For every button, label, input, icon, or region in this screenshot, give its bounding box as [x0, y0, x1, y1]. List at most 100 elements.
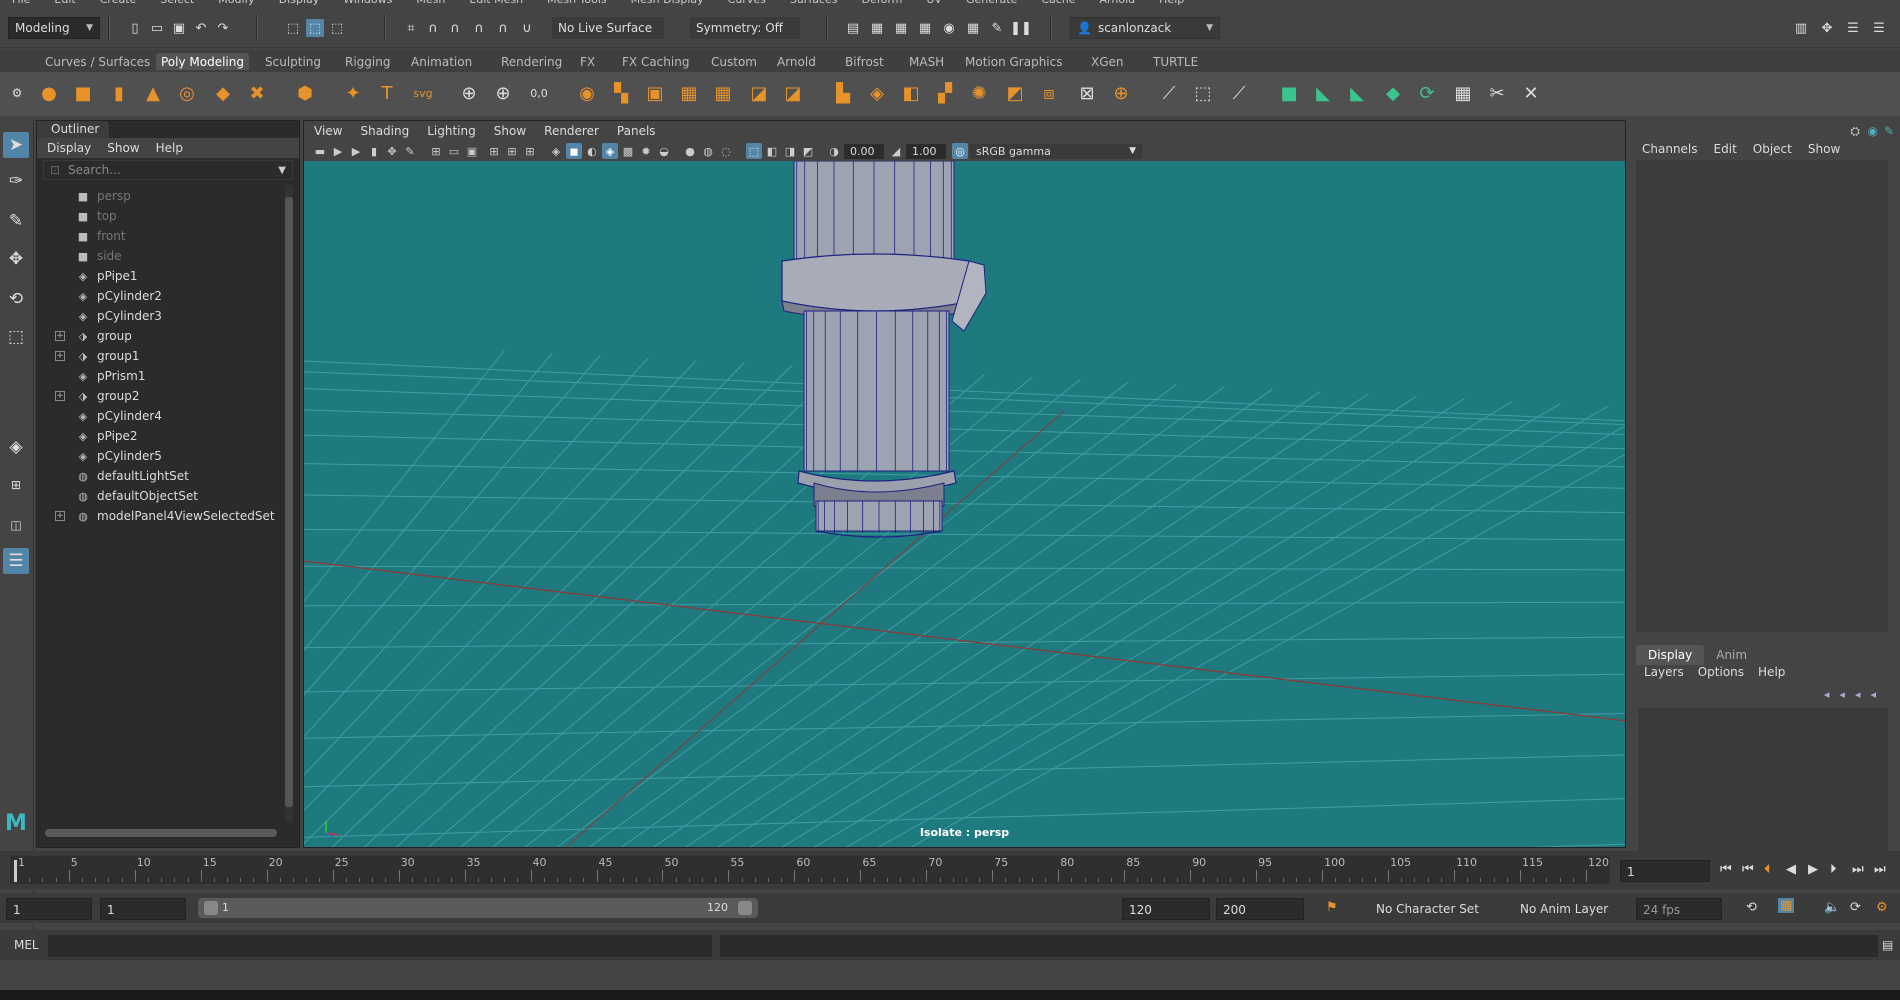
shelf-tab[interactable]: XGen [1086, 53, 1129, 70]
poly-cone-icon[interactable]: ▲ [140, 80, 166, 106]
tool-settings-icon[interactable]: ✎ [1884, 124, 1894, 138]
menu-item[interactable]: Arnold [1100, 0, 1136, 5]
two-pane-layout-icon[interactable]: ◫ [3, 512, 29, 538]
snap-view-icon[interactable]: ∩ [470, 19, 488, 37]
character-set-selector[interactable]: No Character Set [1370, 898, 1500, 920]
four-pane-layout-icon[interactable]: ⊞ [3, 472, 29, 498]
outliner-item[interactable]: ■ front [75, 226, 315, 246]
range-end-handle[interactable] [738, 901, 752, 915]
booleans-icon[interactable]: ▦ [676, 80, 702, 106]
gate-mask-icon[interactable]: ⊞ [486, 143, 502, 159]
channel-box-area[interactable] [1636, 160, 1888, 632]
select-component-icon[interactable]: ⬚ [328, 19, 346, 37]
field-chart-icon[interactable]: ⊞ [504, 143, 520, 159]
antialiasing-icon[interactable]: ◌ [718, 143, 734, 159]
shadows-icon[interactable]: ◒ [656, 143, 672, 159]
fps-selector[interactable]: 24 fps [1636, 898, 1722, 920]
uv-cut-icon[interactable]: ✂ [1484, 80, 1510, 106]
command-input[interactable] [48, 935, 712, 957]
uv-planar-icon[interactable]: ■ [1276, 80, 1302, 106]
menu-item[interactable]: Display [279, 0, 320, 5]
shelf-tab[interactable]: Bifrost [840, 53, 889, 70]
uv-spherical-icon[interactable]: ◣ [1344, 80, 1370, 106]
outliner-menu-item[interactable]: Display [47, 141, 91, 155]
menu-item[interactable]: Deform [861, 0, 902, 5]
light-editor-icon[interactable]: ✎ [988, 19, 1006, 37]
sound-icon[interactable]: 🔈 [1824, 900, 1840, 915]
hypershade-icon[interactable]: ◉ [940, 19, 958, 37]
crease-icon[interactable]: ⊕ [1108, 80, 1134, 106]
outliner-item[interactable]: ◈ pPipe1 [75, 266, 315, 286]
grid-icon[interactable]: ⊞ [428, 143, 444, 159]
step-back-frame-icon[interactable]: ⏴ [1764, 862, 1771, 877]
menu-item[interactable]: Create [100, 0, 137, 5]
outliner-menu-item[interactable]: Help [156, 141, 183, 155]
ambient-occlusion-icon[interactable]: ● [682, 143, 698, 159]
grease-pencil-icon[interactable]: ✎ [402, 143, 418, 159]
xray-components-icon[interactable]: ◩ [800, 143, 816, 159]
menu-item[interactable]: Generate [966, 0, 1017, 5]
poly-disc-icon[interactable]: ✖ [244, 80, 270, 106]
snap-live-icon[interactable]: ∪ [518, 19, 536, 37]
motion-blur-icon[interactable]: ◍ [700, 143, 716, 159]
render-view-icon[interactable]: ▦ [916, 19, 934, 37]
resolution-gate-icon[interactable]: ▣ [464, 143, 480, 159]
insert-loop-icon[interactable]: ⟋ [1226, 80, 1252, 106]
outliner-horizontal-scrollbar[interactable] [45, 829, 277, 837]
sweep-mesh-icon[interactable]: ✦ [340, 80, 366, 106]
outliner-item[interactable]: ◍ defaultObjectSet [75, 486, 315, 506]
save-scene-icon[interactable]: ▣ [170, 19, 188, 37]
text-icon[interactable]: T [374, 80, 400, 106]
outliner-item[interactable]: ◈ pCylinder3 [75, 306, 315, 326]
wireframe-on-shaded-icon[interactable]: ◈ [602, 143, 618, 159]
menu-item[interactable]: Mesh Display [631, 0, 704, 5]
redo-icon[interactable]: ↷ [214, 19, 232, 37]
uv-sew-icon[interactable]: ✕ [1518, 80, 1544, 106]
outliner-item[interactable]: ◈ pPipe2 [75, 426, 315, 446]
menu-item[interactable]: Surfaces [790, 0, 838, 5]
channel-box-menu-item[interactable]: Show [1808, 142, 1840, 156]
menu-item[interactable]: UV [926, 0, 942, 5]
auto-key-icon[interactable]: ⚑ [1326, 900, 1338, 915]
current-time-marker[interactable] [14, 860, 17, 882]
chevron-down-icon[interactable]: ▼ [278, 165, 286, 176]
step-forward-frame-icon[interactable]: ⏵ [1830, 862, 1837, 877]
single-pane-layout-icon[interactable]: ◈ [3, 434, 29, 460]
shelf-menu-icon[interactable]: ⚙ [4, 80, 30, 106]
extrude-icon[interactable]: ▙ [830, 80, 856, 106]
paint-select-icon[interactable]: ✎ [3, 208, 29, 234]
key-mode-icon[interactable]: ▦ [1778, 898, 1795, 913]
shelf-tab[interactable]: Curves / Surfaces [40, 53, 155, 70]
poly-cube-icon[interactable]: ■ [70, 80, 96, 106]
preferences-icon[interactable]: ⟳ [1850, 900, 1861, 915]
layer-editor-area[interactable] [1638, 708, 1888, 853]
step-forward-key-icon[interactable]: ⏭ [1852, 862, 1864, 877]
viewport-menu-item[interactable]: View [314, 124, 342, 138]
snap-point-icon[interactable]: ∩ [446, 19, 464, 37]
channel-box-menu-item[interactable]: Object [1753, 142, 1792, 156]
shelf-tab[interactable]: FX [575, 53, 600, 70]
color-management-icon[interactable]: ◎ [952, 143, 968, 159]
gamma-field[interactable]: 1.00 [906, 144, 946, 159]
exposure-field[interactable]: 0.00 [844, 144, 884, 159]
wedge-icon[interactable]: ⧈ [1036, 80, 1062, 106]
smooth-icon[interactable]: ▦ [710, 80, 736, 106]
layer-buttons[interactable]: ◂◂◂◂ [1824, 688, 1886, 701]
select-hierarchy-icon[interactable]: ⬚ [284, 19, 302, 37]
go-to-start-icon[interactable]: ⏮ [1720, 862, 1732, 877]
bridge-icon[interactable]: ◪ [780, 80, 806, 106]
xray-joints-icon[interactable]: ◨ [782, 143, 798, 159]
default-material-icon[interactable]: ◐ [584, 143, 600, 159]
new-scene-icon[interactable]: ▯ [126, 19, 144, 37]
snap-curve-icon[interactable]: ∩ [424, 19, 442, 37]
layout-icon[interactable]: ☰ [1844, 19, 1862, 37]
uv-auto-icon[interactable]: ◆ [1380, 80, 1406, 106]
play-backward-icon[interactable]: ◀ [1786, 862, 1796, 877]
image-plane-icon[interactable]: ▮ [366, 143, 382, 159]
render-setup-icon[interactable]: ▦ [964, 19, 982, 37]
select-tool-icon[interactable]: ➤ [3, 132, 29, 158]
mirror-icon[interactable]: ◪ [746, 80, 772, 106]
camera-attributes-icon[interactable]: ▶ [330, 143, 346, 159]
start-time-field[interactable]: 1 [6, 898, 92, 920]
outliner-vertical-scrollbar[interactable] [285, 185, 293, 821]
